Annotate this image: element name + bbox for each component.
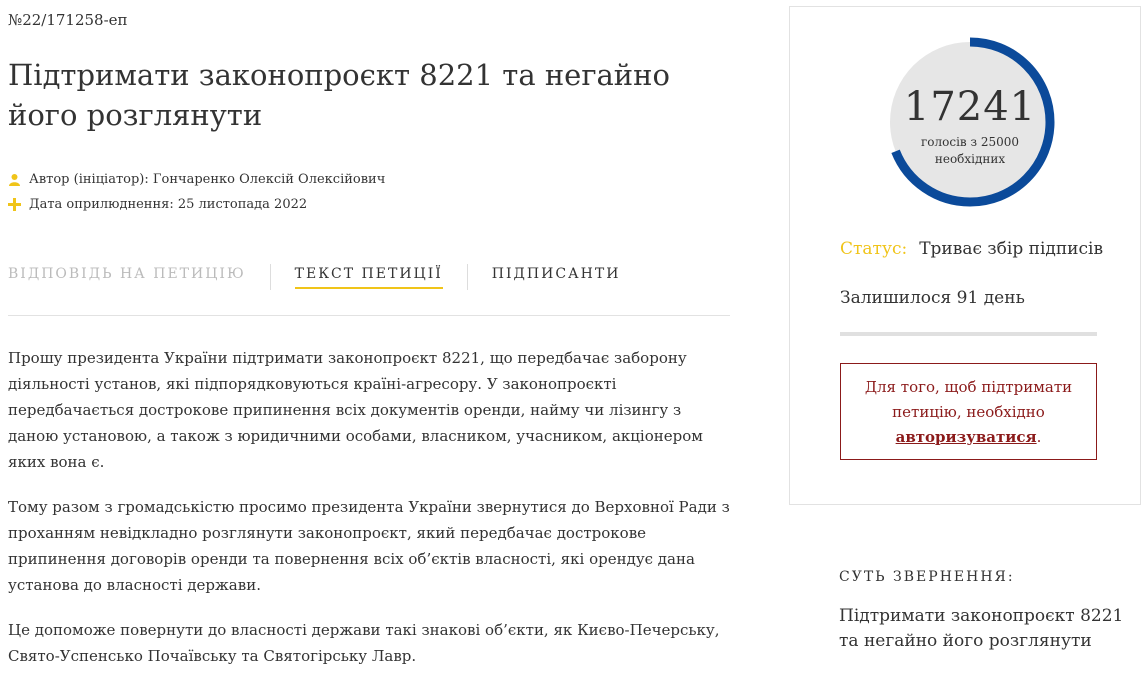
auth-notice-line: авторизуватися. [841, 425, 1096, 450]
divider [8, 315, 730, 316]
time-progress-bar [840, 332, 1097, 336]
votes-caption-line: голосів з 25000 [920, 135, 1020, 149]
status-label: Статус: [840, 239, 908, 259]
user-icon [8, 173, 21, 186]
status-value: Триває збір підписів [919, 239, 1104, 259]
plus-icon [8, 198, 21, 211]
author-row: Автор (ініціатор): Гончаренко Олексій Ол… [8, 172, 385, 187]
tab-divider [466, 264, 468, 290]
votes-gauge: 17241 голосів з 25000 необхідних [884, 36, 1056, 208]
tab-signers[interactable]: ПІДПИСАНТИ [492, 266, 621, 287]
date-row: Дата оприлюднення: 25 листопада 2022 [8, 197, 307, 212]
login-link[interactable]: авторизуватися [896, 428, 1037, 446]
author-text: Автор (ініціатор): Гончаренко Олексій Ол… [29, 172, 386, 187]
page-title: Підтримати законопроєкт 8221 та негайно … [8, 58, 670, 132]
auth-dot: . [1036, 428, 1042, 446]
petition-text: Прошу президента України підтримати зако… [8, 345, 730, 688]
status-row: Статус: Триває збір підписів [840, 239, 1103, 259]
petition-tabs: ВІДПОВІДЬ НА ПЕТИЦІЮ ТЕКСТ ПЕТИЦІЇ ПІДПИ… [8, 264, 621, 290]
votes-caption: голосів з 25000 необхідних [884, 134, 1056, 168]
petition-number: №22/171258-еп [8, 11, 128, 29]
tab-answer[interactable]: ВІДПОВІДЬ НА ПЕТИЦІЮ [8, 266, 246, 287]
tab-divider [269, 264, 271, 290]
votes-count: 17241 [903, 84, 1037, 130]
auth-notice: Для того, щоб підтримати петицію, необхі… [840, 363, 1097, 460]
auth-notice-line: петицію, необхідно [892, 403, 1045, 421]
paragraph: Це допоможе повернути до власності держа… [8, 621, 720, 665]
essence-heading: СУТЬ ЗВЕРНЕННЯ: [839, 569, 1015, 585]
essence-text: Підтримати законопроєкт 8221 та негайно … [839, 606, 1124, 651]
paragraph: Тому разом з громадськістю просимо прези… [8, 498, 730, 594]
date-text: Дата оприлюднення: 25 листопада 2022 [29, 197, 308, 212]
time-progress-fill [840, 332, 1097, 336]
tab-petition-text[interactable]: ТЕКСТ ПЕТИЦІЇ [294, 266, 443, 289]
days-remaining: Залишилося 91 день [840, 288, 1025, 308]
votes-caption-line: необхідних [934, 152, 1006, 166]
paragraph: Прошу президента України підтримати зако… [8, 349, 703, 471]
signature-panel: 17241 голосів з 25000 необхідних Статус:… [789, 6, 1141, 505]
auth-notice-line: Для того, щоб підтримати [864, 378, 1073, 396]
